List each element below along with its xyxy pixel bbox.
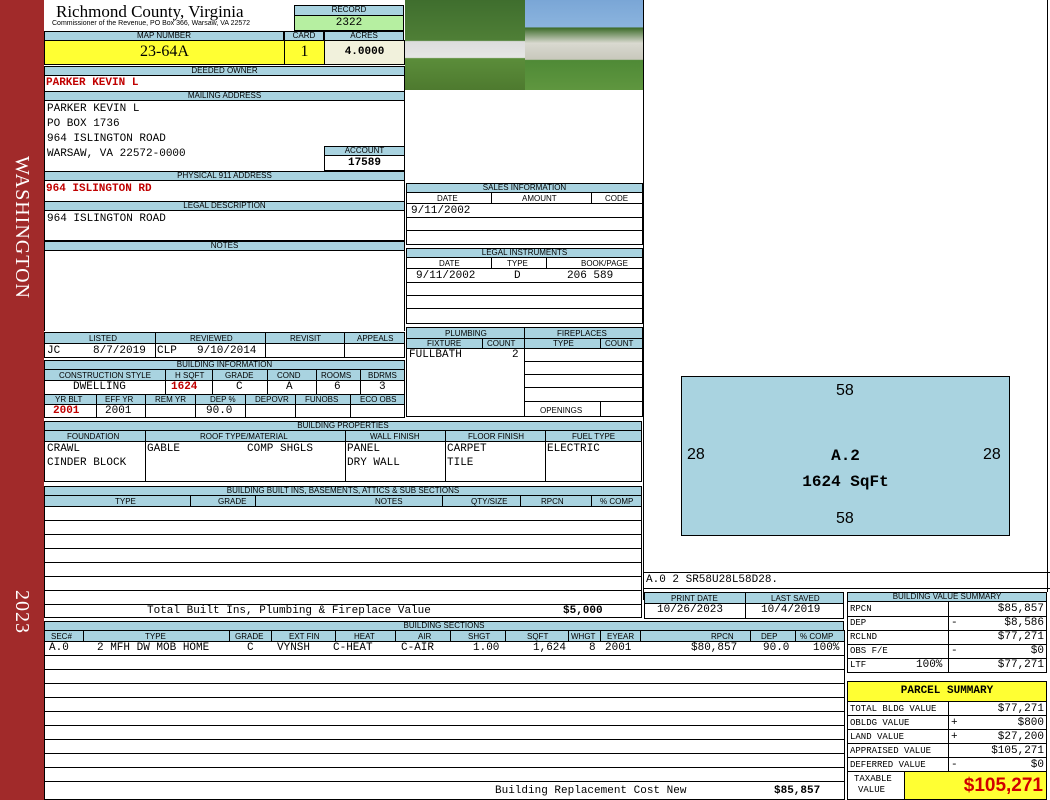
building-properties-table: FOUNDATION ROOF TYPE/MATERIAL WALL FINIS… <box>44 430 642 482</box>
plumbing-count: 2 <box>512 349 519 361</box>
card-number: 1 <box>300 43 309 60</box>
construction-style: DWELLING <box>73 381 126 393</box>
acres-box: 4.0000 <box>324 40 405 65</box>
parcel-summary-title: PARCEL SUMMARY <box>900 685 994 697</box>
card-box: 1 <box>284 40 325 65</box>
map-number: 23-64A <box>140 43 189 60</box>
print-saved-box: PRINT DATE LAST SAVED 10/26/2023 10/4/20… <box>644 592 844 619</box>
listing-table: LISTED REVIEWED REVISIT APPEALS JC 8/7/2… <box>44 332 405 358</box>
property-record-card: WASHINGTON 2023 Richmond County, Virgini… <box>0 0 1050 800</box>
sidebar: WASHINGTON 2023 <box>0 0 44 800</box>
record-number: 2322 <box>335 17 363 29</box>
land-value: $27,200 <box>997 731 1044 743</box>
built-ins-table: TYPE GRADE NOTES QTY/SIZE RPCN % COMP To… <box>44 495 642 618</box>
building-sketch[interactable]: 58 58 28 28 A.2 1624 SqFt <box>681 376 1010 536</box>
replacement-cost-value: $85,857 <box>774 785 821 797</box>
notes-header: NOTES <box>44 241 405 251</box>
taxable-value: $105,271 <box>963 775 1043 796</box>
deeded-owner-header: DEEDED OWNER <box>44 66 405 76</box>
appraised-value: $105,271 <box>991 745 1044 757</box>
sketch-code-line: A.0 2 SR58U28L58D28. <box>646 574 779 586</box>
value-summary-table: RPCN $85,857 DEP - $8,586 RCLND $77,271 … <box>847 601 1047 673</box>
plumbing-fixture: FULLBATH <box>409 349 462 361</box>
built-ins-total-label: Total Built Ins, Plumbing & Fireplace Va… <box>147 605 431 617</box>
total-building-value: $77,271 <box>997 703 1044 715</box>
plumbing-fireplace-table: PLUMBING FIREPLACES FIXTURE COUNT TYPE C… <box>406 327 643 417</box>
record-box: 2322 <box>294 15 404 31</box>
instrument-type: D <box>514 270 521 282</box>
county-title: Richmond County, Virginia <box>56 2 244 21</box>
building-sections-table: SEC# TYPE GRADE EXT FIN HEAT AIR SHGT SQ… <box>44 630 845 800</box>
sketch-bottom-dim: 58 <box>836 510 854 527</box>
heated-sqft: 1624 <box>171 381 198 393</box>
map-number-box: 23-64A <box>44 40 285 65</box>
built-ins-total: $5,000 <box>563 605 603 617</box>
sketch-top-dim: 58 <box>836 382 854 399</box>
other-building-value: $800 <box>1017 717 1044 729</box>
deferred-value: $0 <box>1030 759 1044 771</box>
instrument-book-page: 206 589 <box>567 270 614 282</box>
legal-instruments-table: DATE TYPE BOOK/PAGE 9/11/2002 D 206 589 <box>406 257 643 324</box>
district-label: WASHINGTON <box>11 156 33 299</box>
sketch-section-name: A.2 <box>831 447 860 465</box>
instrument-date: 9/11/2002 <box>416 270 476 282</box>
year-built: 2001 <box>53 405 80 417</box>
deeded-owner: PARKER KEVIN L <box>46 77 139 89</box>
property-photo-side[interactable] <box>525 0 643 90</box>
mailing-line-3: 964 ISLINGTON ROAD <box>47 133 166 145</box>
last-saved-date: 10/4/2019 <box>761 604 821 616</box>
building-info-table: CONSTRUCTION STYLE H SQFT GRADE COND ROO… <box>44 369 405 418</box>
account-number: 17589 <box>347 157 381 169</box>
replacement-cost-label: Building Replacement Cost New <box>495 785 687 797</box>
physical-address-header: PHYSICAL 911 ADDRESS <box>44 171 405 181</box>
commissioner-address: Commissioner of the Revenue, PO Box 366,… <box>52 20 251 27</box>
physical-address: 964 ISLINGTON RD <box>46 183 152 195</box>
legal-description-header: LEGAL DESCRIPTION <box>44 201 405 211</box>
mailing-address-header: MAILING ADDRESS <box>44 91 405 101</box>
sales-table: DATE AMOUNT CODE 9/11/2002 <box>406 192 643 245</box>
parcel-summary: PARCEL SUMMARY TOTAL BLDG VALUE $77,271 … <box>847 681 1047 800</box>
print-date: 10/26/2023 <box>657 604 724 616</box>
property-photo-front[interactable] <box>405 0 525 90</box>
acres-value: 4.0000 <box>344 46 385 58</box>
account-box: 17589 <box>324 155 405 171</box>
mailing-line-1: PARKER KEVIN L <box>47 103 140 115</box>
sale-date: 9/11/2002 <box>411 205 471 217</box>
mailing-line-4: WARSAW, VA 22572-0000 <box>47 148 186 160</box>
mailing-line-2: PO BOX 1736 <box>47 118 120 130</box>
legal-description: 964 ISLINGTON ROAD <box>47 213 166 225</box>
sketch-area: 1624 SqFt <box>802 473 889 491</box>
year-label: 2023 <box>11 590 33 634</box>
